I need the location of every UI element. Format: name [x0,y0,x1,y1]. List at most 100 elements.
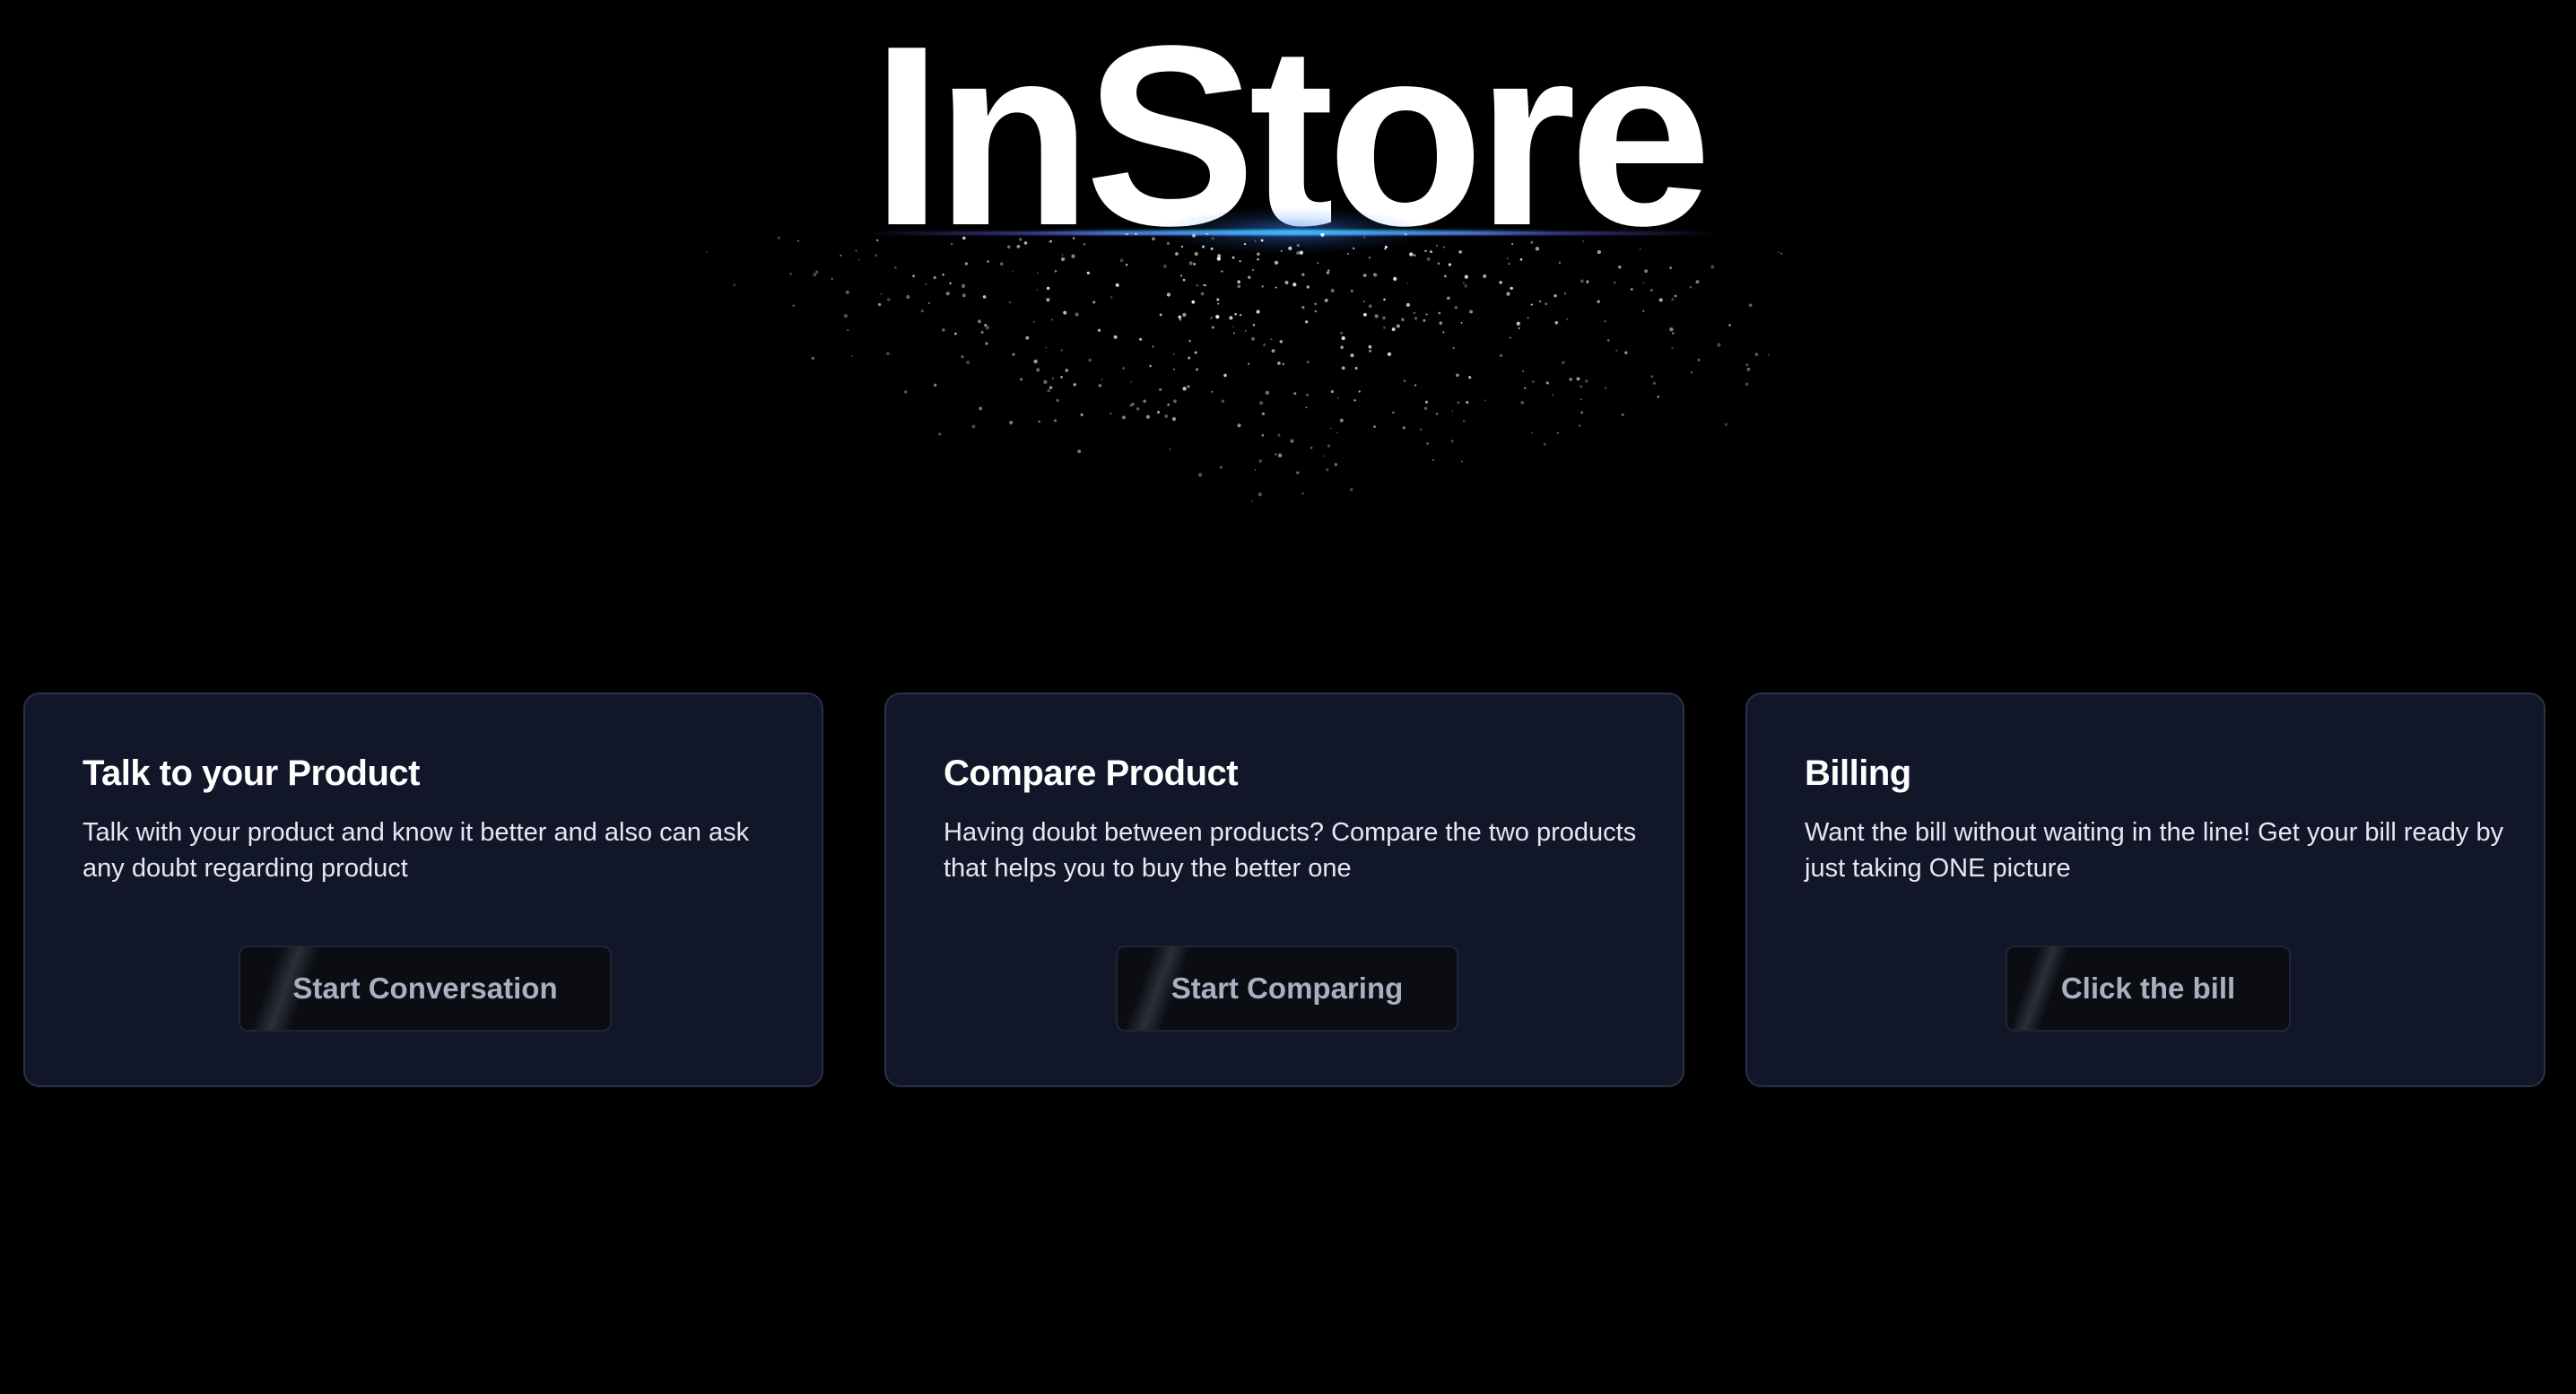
sparkle [1456,373,1459,378]
sparkle [1615,349,1618,352]
sparkle [1724,423,1728,426]
sparkle [1387,352,1392,356]
sparkle [1392,411,1395,414]
sparkle [843,314,848,318]
sparkle [1406,282,1409,284]
sparkle [1305,393,1310,397]
sparkle [979,406,983,411]
sparkle [1033,320,1035,323]
sparkle [706,251,709,253]
sparkle [1511,243,1514,245]
sparkle [894,266,897,269]
start-comparing-button[interactable]: Start Comparing [1116,945,1458,1032]
sparkle [1697,358,1701,362]
sparkle [811,356,814,361]
sparkle [1065,369,1069,372]
sparkle [1780,252,1783,255]
sparkle [954,332,957,335]
sparkle [1275,453,1277,456]
sparkle [1580,385,1583,388]
click-the-bill-button[interactable]: Click the bill [2006,945,2291,1032]
sparkle [1642,282,1645,283]
sparkle [1580,279,1584,283]
sparkle [1554,321,1559,325]
sparkle [1430,250,1432,253]
sparkle [1383,326,1386,329]
sparkle [1748,303,1753,308]
sparkle [1746,367,1751,371]
sparkle [1006,245,1011,249]
sparkle [1631,288,1633,291]
sparkle [1152,345,1154,348]
sparkle [1191,300,1196,304]
sparkle [1277,453,1283,457]
sparkle [1618,266,1622,269]
sparkle [1350,353,1354,358]
sparkle [1196,368,1199,371]
sparkle [1424,400,1429,404]
sparkle [1499,281,1502,284]
sparkle [1109,412,1112,415]
sparkles-particles [706,233,1783,502]
sparkle [1754,353,1759,356]
sparkle [1347,252,1350,256]
sparkle [1435,412,1439,415]
sparkle [886,298,891,301]
sparkle [977,319,981,324]
sparkle [1239,313,1242,317]
sparkle [815,270,819,274]
sparkle [1483,274,1487,278]
sparkle [875,239,879,242]
sparkle [1060,376,1063,379]
sparkle [1188,261,1193,266]
sparkle [1330,390,1334,394]
sparkle [1362,300,1365,302]
sparkle [1080,413,1083,417]
sparkle [1423,406,1428,410]
sparkle [1562,361,1565,364]
sparkle [1257,258,1259,261]
sparkle [1009,421,1014,425]
sparkle [1098,383,1102,388]
sparkle [1624,351,1628,354]
sparkle [1293,392,1297,396]
sparkle [1500,353,1503,357]
sparkle [1671,298,1675,301]
sparkle [1469,309,1474,314]
sparkle [1334,463,1338,466]
sparkle [1340,345,1344,349]
sparkle [1292,283,1297,287]
sparkle [1639,248,1641,250]
card-compare-product: Compare Product Having doubt between pro… [884,693,1684,1087]
sparkle [1037,272,1039,274]
sparkle [1180,245,1184,248]
sparkle [1466,400,1469,405]
sparkle [1204,284,1206,287]
sparkle [949,282,952,285]
sparkle [1621,414,1624,416]
sparkle [1649,289,1653,292]
sparkle [1200,292,1205,296]
sparkle [964,262,968,266]
start-conversation-button[interactable]: Start Conversation [239,945,612,1032]
sparkle [1330,288,1335,293]
sparkle [1301,306,1305,309]
sparkle [1363,236,1366,239]
sparkle [855,249,857,252]
card-title: Talk to your Product [83,754,420,793]
sparkle [1171,417,1177,422]
sparkle [1373,425,1376,428]
sparkle [1125,233,1129,236]
sparkle [1305,406,1308,409]
sparkle [1270,338,1273,341]
sparkle [966,361,970,364]
sparkle [1261,433,1265,437]
sparkle [1049,386,1053,389]
sparkle [1049,240,1053,243]
sparkle [1650,375,1654,379]
sparkle [1644,269,1648,274]
sparkle [1516,321,1520,326]
sparkle [987,260,989,263]
sparkle [1580,411,1584,414]
sparkle [1535,247,1540,251]
